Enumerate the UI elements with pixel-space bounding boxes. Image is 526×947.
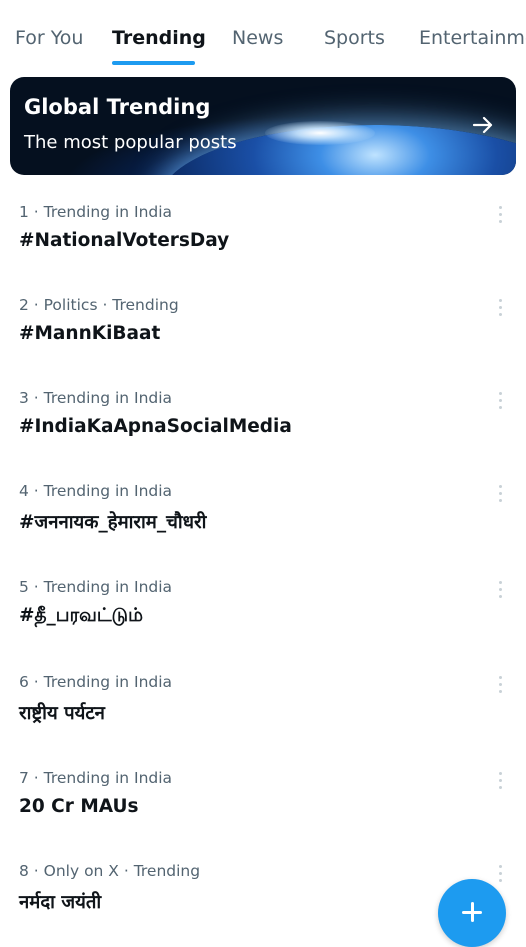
trend-name: नर्मदा जयंती: [19, 892, 102, 913]
more-vertical-icon[interactable]: [492, 578, 508, 600]
banner-title: Global Trending: [24, 95, 211, 119]
more-vertical-icon[interactable]: [492, 673, 508, 695]
trend-name: #जननायक_हेमाराम_चौधरी: [19, 512, 207, 533]
more-vertical-icon[interactable]: [492, 296, 508, 318]
trend-meta: 7 · Trending in India: [19, 769, 173, 787]
trend-meta: 5 · Trending in India: [19, 578, 173, 596]
trend-name: #NationalVotersDay: [19, 230, 230, 251]
trend-item-1[interactable]: 1 · Trending in India #NationalVotersDay: [0, 203, 526, 289]
trend-item-4[interactable]: 4 · Trending in India #जननायक_हेमाराम_चौ…: [0, 482, 526, 568]
compose-button[interactable]: [438, 879, 506, 947]
tab-entertainment[interactable]: Entertainme: [419, 27, 526, 49]
tab-for-you[interactable]: For You: [15, 27, 83, 49]
trend-meta: 3 · Trending in India: [19, 389, 173, 407]
global-trending-banner[interactable]: Global Trending The most popular posts: [10, 77, 516, 175]
active-tab-indicator: [112, 61, 195, 65]
trend-name: #IndiaKaApnaSocialMedia: [19, 416, 292, 437]
trend-item-5[interactable]: 5 · Trending in India #தீ_பரவட்டும்: [0, 578, 526, 664]
more-vertical-icon[interactable]: [492, 389, 508, 411]
trend-meta: 4 · Trending in India: [19, 482, 173, 500]
more-vertical-icon[interactable]: [492, 862, 508, 884]
more-vertical-icon[interactable]: [492, 769, 508, 791]
tab-bar: For You Trending News Sports Entertainme: [0, 0, 526, 70]
trend-item-6[interactable]: 6 · Trending in India राष्ट्रीय पर्यटन: [0, 673, 526, 759]
trend-item-2[interactable]: 2 · Politics · Trending #MannKiBaat: [0, 296, 526, 382]
trend-meta: 8 · Only on X · Trending: [19, 862, 201, 880]
trend-item-3[interactable]: 3 · Trending in India #IndiaKaApnaSocial…: [0, 389, 526, 475]
trend-meta: 1 · Trending in India: [19, 203, 173, 221]
sunrise-glow: [265, 121, 375, 145]
arrow-right-icon[interactable]: [468, 110, 498, 140]
more-vertical-icon[interactable]: [492, 482, 508, 504]
trend-item-7[interactable]: 7 · Trending in India 20 Cr MAUs: [0, 769, 526, 855]
trend-name: #MannKiBaat: [19, 323, 161, 344]
trend-meta: 2 · Politics · Trending: [19, 296, 179, 314]
trend-name: #தீ_பரவட்டும்: [19, 605, 143, 626]
trend-name: 20 Cr MAUs: [19, 796, 139, 817]
more-vertical-icon[interactable]: [492, 203, 508, 225]
trend-meta: 6 · Trending in India: [19, 673, 173, 691]
banner-subtitle: The most popular posts: [24, 132, 237, 153]
tab-sports[interactable]: Sports: [324, 27, 385, 49]
tab-trending[interactable]: Trending: [112, 27, 206, 49]
tab-news[interactable]: News: [232, 27, 283, 49]
trend-name: राष्ट्रीय पर्यटन: [19, 703, 105, 724]
